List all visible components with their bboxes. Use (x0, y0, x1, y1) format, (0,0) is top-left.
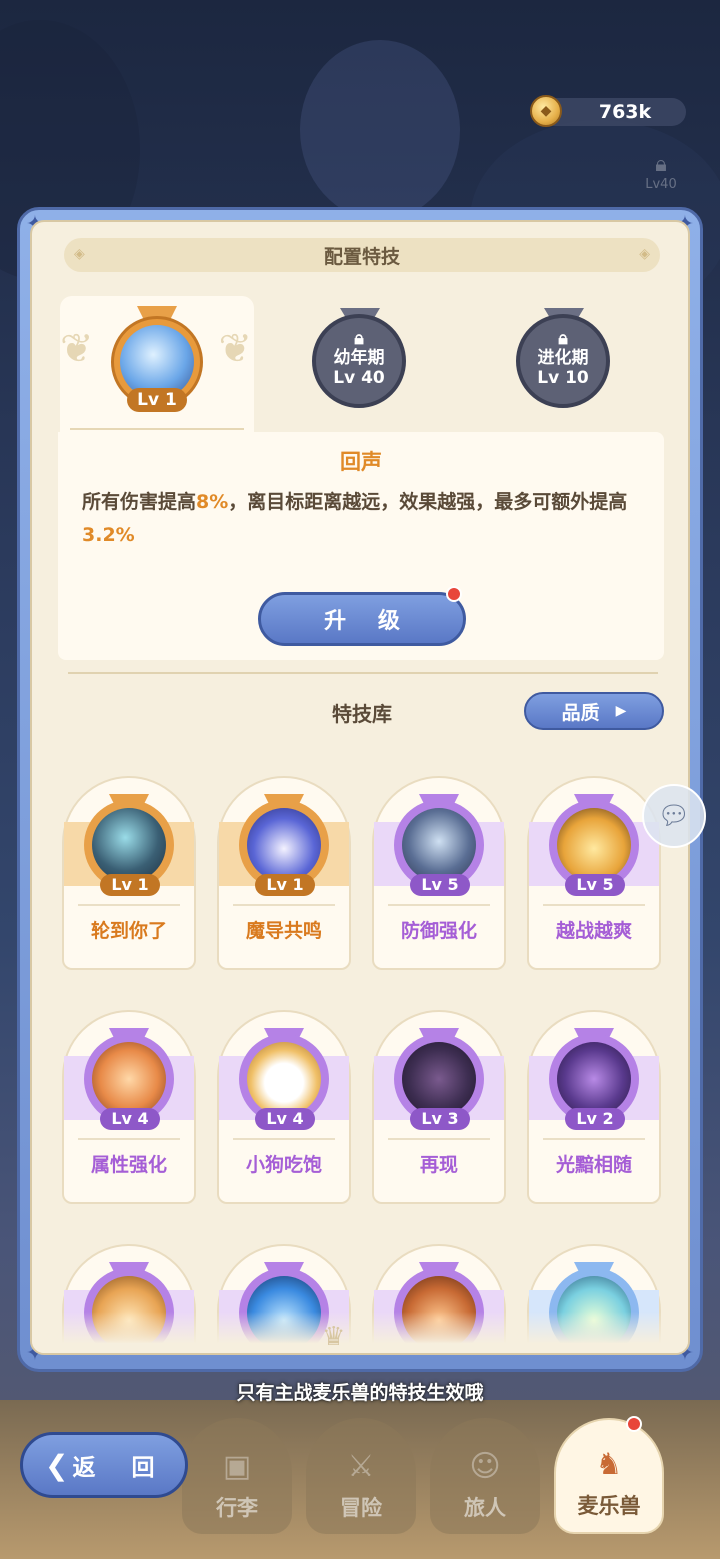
back-label: 返 回 (72, 1455, 169, 1481)
skill-card[interactable]: Lv 3 再现 (372, 1010, 506, 1204)
diamond-icon: ◈ (639, 246, 650, 262)
skill-slot-locked-evolved[interactable]: 🔒︎ 进化期 Lv 10 (516, 314, 610, 408)
notification-dot (626, 1416, 642, 1432)
card-divider (78, 904, 180, 906)
card-divider (233, 1138, 335, 1140)
card-name: 轮到你了 (90, 920, 167, 942)
side-lock: 🔒︎ Lv40 (636, 152, 686, 202)
card-name: 魔导共鸣 (245, 920, 322, 942)
bag-icon: ▣ (222, 1449, 252, 1484)
defense-beast-icon (402, 808, 476, 882)
back-arrow-icon: ❮ (45, 1448, 69, 1482)
tab-pets[interactable]: ♞ 麦乐兽 (554, 1418, 664, 1534)
skill-card[interactable]: Lv 2 光黯相随 (527, 1010, 661, 1204)
tab-adventure[interactable]: ⚔ 冒险 (306, 1418, 416, 1534)
skill-card[interactable]: Lv 4 属性强化 (62, 1010, 196, 1204)
panel-title: 配置特技 (323, 245, 400, 268)
card-name: 再现 (419, 1154, 458, 1176)
card-level: Lv 2 (565, 1108, 625, 1130)
skill-card[interactable]: Lv 1 魔导共鸣 (217, 776, 351, 970)
upgrade-button[interactable]: 升 级 (258, 592, 466, 646)
skill-config-panel: ◈ 配置特技 ◈ ❦ ❦ Lv 1 🔒︎ 幼年期 Lv 40 🔒︎ 进化期 Lv… (30, 220, 690, 1355)
tab-label: 冒险 (340, 1496, 382, 1520)
card-name: 属性强化 (90, 1154, 167, 1176)
lock-icon: 🔒︎ (354, 328, 364, 349)
person-icon: ☺ (469, 1449, 501, 1484)
card-level: Lv 5 (565, 874, 625, 896)
card-divider (388, 904, 490, 906)
creature-silhouette (300, 40, 460, 220)
skill-desc-value: 8% (196, 491, 229, 513)
card-divider (543, 904, 645, 906)
card-divider (543, 1138, 645, 1140)
card-level: Lv 1 (255, 874, 315, 896)
shadow-cat-icon (402, 1042, 476, 1116)
tab-label: 旅人 (464, 1496, 506, 1520)
card-divider (233, 904, 335, 906)
slot-unlock-level: Lv 10 (537, 368, 589, 388)
lock-icon: 🔒︎ (558, 328, 568, 349)
card-level: Lv 3 (410, 1108, 470, 1130)
quality-filter-button[interactable]: 品质 ▶ (524, 692, 664, 730)
card-name: 光黯相随 (555, 1154, 632, 1176)
slot-level-badge: Lv 1 (127, 388, 187, 412)
skill-desc-text: ，离目标距离越远，效果越强，最多可额外提高 (228, 491, 628, 513)
card-name: 防御强化 (400, 920, 477, 942)
diamond-icon: ◈ (74, 246, 85, 262)
notification-dot (446, 586, 462, 602)
card-level: Lv 1 (100, 874, 160, 896)
back-button[interactable]: ❮ 返 回 (20, 1432, 188, 1498)
skill-card[interactable]: Lv 5 防御强化 (372, 776, 506, 970)
ornament-icon: ❦ (218, 326, 252, 372)
dark-slime-icon (557, 1042, 631, 1116)
tab-label: 麦乐兽 (577, 1494, 641, 1518)
chat-button[interactable]: 💬︎ (642, 784, 706, 848)
skill-card[interactable]: Lv 5 越战越爽 (527, 776, 661, 970)
skill-name: 回声 (340, 450, 382, 474)
skill-card[interactable]: Lv 1 轮到你了 (62, 776, 196, 970)
ornament-icon: ❦ (60, 326, 94, 372)
quality-label: 品质 (561, 701, 600, 724)
chat-bubble-icon: 💬︎ (657, 801, 691, 831)
coin-icon: ◆ (530, 95, 562, 127)
crossed-swords-icon: ⚔ (347, 1449, 375, 1484)
tab-luggage[interactable]: ▣ 行李 (182, 1418, 292, 1534)
section-divider (68, 672, 658, 674)
skill-slot-active[interactable]: ❦ ❦ Lv 1 (60, 296, 254, 436)
list-fade (32, 1312, 688, 1353)
card-level: Lv 4 (255, 1108, 315, 1130)
card-name: 越战越爽 (555, 920, 632, 942)
currency-amount: 763k (598, 101, 652, 123)
fox-icon: ♞ (595, 1447, 623, 1482)
slot-unlock-level: Lv 40 (333, 368, 385, 388)
card-name: 小狗吃饱 (245, 1154, 322, 1176)
slot-stage-label: 进化期 (537, 348, 589, 368)
shadow-wolf-icon (92, 808, 166, 882)
card-level: Lv 5 (410, 874, 470, 896)
skill-slot-locked-juvenile[interactable]: 🔒︎ 幼年期 Lv 40 (312, 314, 406, 408)
skill-card[interactable]: Lv 4 小狗吃饱 (217, 1010, 351, 1204)
skill-desc-value: 3.2% (82, 524, 135, 546)
slot-underline (70, 428, 244, 430)
lock-icon: 🔒︎ (655, 152, 667, 177)
panel-header: ◈ 配置特技 ◈ (64, 238, 660, 272)
skill-desc-text: 所有伤害提高 (82, 491, 197, 513)
flame-beast-icon (557, 808, 631, 882)
white-puppy-icon (247, 1042, 321, 1116)
card-level: Lv 4 (100, 1108, 160, 1130)
chevron-right-icon: ▶ (615, 703, 627, 719)
skill-description-card: 回声 所有伤害提高8%，离目标距离越远，效果越强，最多可额外提高 3.2% 升 级 (58, 432, 664, 660)
fire-cat-icon (92, 1042, 166, 1116)
tab-label: 行李 (216, 1496, 258, 1520)
footer-hint: 只有主战麦乐兽的特技生效哦 (236, 1382, 484, 1404)
tab-traveler[interactable]: ☺ 旅人 (430, 1418, 540, 1534)
upgrade-label: 升 级 (324, 609, 412, 634)
side-lock-label: Lv40 (645, 177, 677, 192)
slot-stage-label: 幼年期 (333, 348, 385, 368)
crown-ornament-icon: ♛ (322, 1322, 346, 1352)
wizard-hat-icon (247, 808, 321, 882)
card-divider (388, 1138, 490, 1140)
card-divider (78, 1138, 180, 1140)
skill-description: 所有伤害提高8%，离目标距离越远，效果越强，最多可额外提高 3.2% (82, 486, 652, 552)
